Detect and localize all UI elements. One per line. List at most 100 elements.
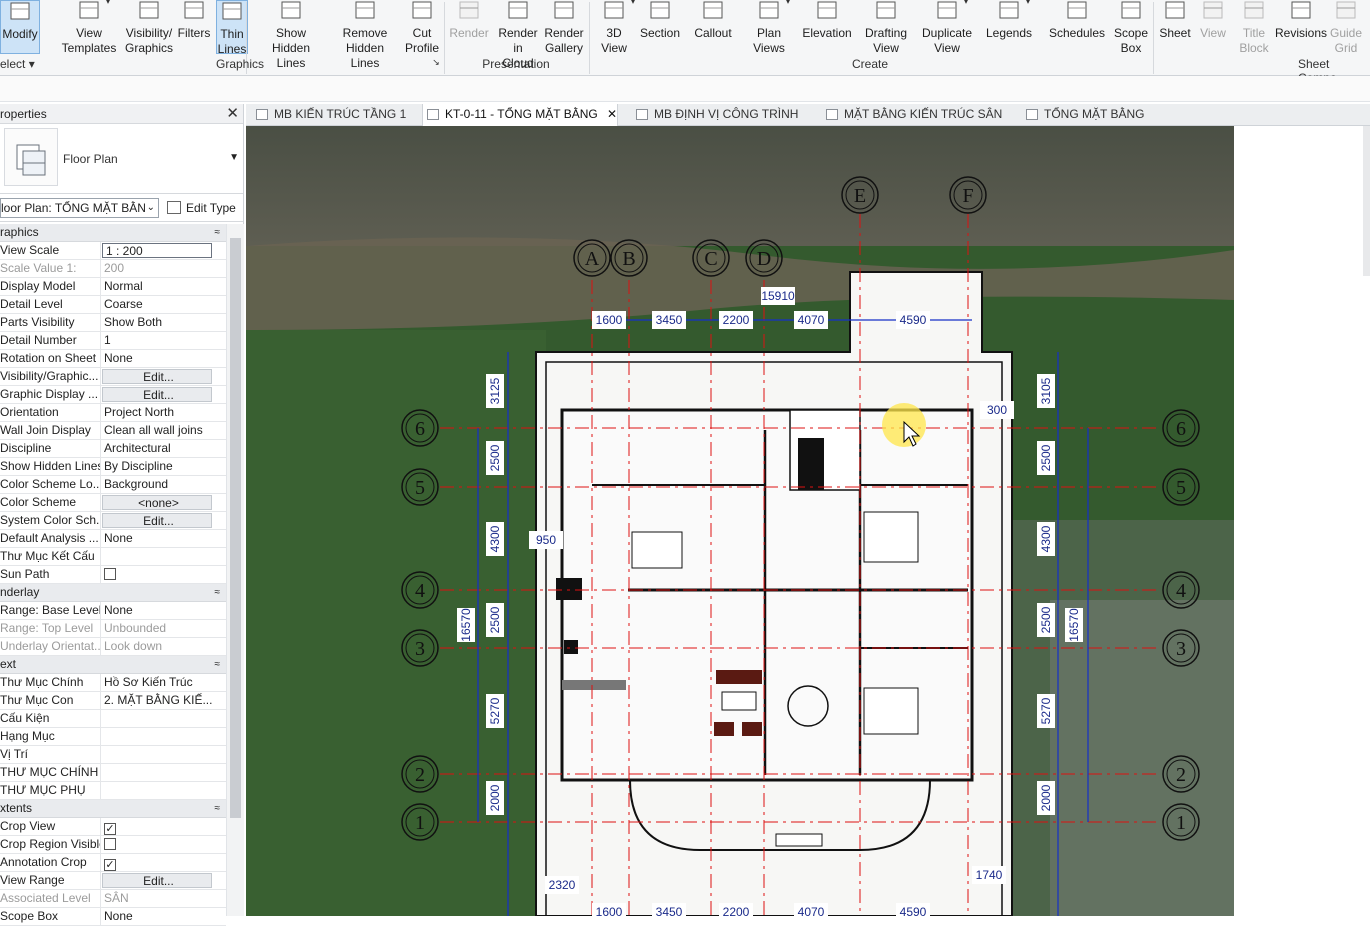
ribbon-button-thin-lines[interactable]: Thin Lines [216, 0, 248, 56]
view-tab[interactable]: MB ĐỊNH VỊ CÔNG TRÌNH [632, 104, 804, 126]
dialog-launcher-icon[interactable]: ↘ [432, 57, 440, 68]
chevron-down-icon[interactable]: ▼ [229, 152, 239, 163]
edit-button[interactable]: <none> [102, 495, 212, 510]
view-tab[interactable]: MẶT BẰNG KIẾN TRÚC SÂN [822, 104, 1002, 126]
property-value[interactable]: Hồ Sơ Kiến Trúc [101, 674, 226, 691]
view-tab[interactable]: MB KIẾN TRÚC TẦNG 1 [252, 104, 412, 126]
property-value[interactable] [101, 728, 226, 745]
view-tab[interactable]: KT-0-11 - TỔNG MẶT BẰNG ✕ [422, 104, 618, 127]
property-checkbox[interactable] [101, 566, 226, 583]
dimension-text[interactable]: 4300 [1039, 525, 1053, 552]
ribbon-button-schedules[interactable]: Schedules [1049, 0, 1105, 54]
ribbon-button-drafting-view[interactable]: Drafting View [864, 0, 908, 55]
properties-scrollbar[interactable] [226, 224, 244, 916]
property-value[interactable] [101, 782, 226, 799]
ribbon-button-plan-views[interactable]: PlanViews [750, 0, 790, 55]
group-select[interactable]: elect ▾ [0, 57, 44, 71]
property-checkbox[interactable]: ✓ [101, 854, 226, 871]
ribbon-button-sheet[interactable]: Sheet [1159, 0, 1191, 54]
dimension-text[interactable]: 2000 [488, 784, 502, 811]
ribbon-button-scope-box[interactable]: Scope Box [1114, 0, 1148, 55]
property-group-header[interactable]: nderlay ≈ [0, 584, 226, 602]
close-icon[interactable]: ✕ [226, 104, 239, 124]
dimension-text[interactable]: 3450 [656, 905, 683, 916]
dimension-text[interactable]: 3105 [1039, 377, 1053, 404]
edit-button[interactable]: Edit... [102, 513, 212, 528]
dimension-text[interactable]: 4070 [798, 313, 825, 327]
dimension-text[interactable]: 1600 [596, 905, 623, 916]
property-value[interactable] [101, 710, 226, 727]
edit-button[interactable]: Edit... [102, 873, 212, 888]
dimension-text[interactable]: 16570 [1067, 608, 1081, 642]
dimension-text[interactable]: 1600 [596, 313, 623, 327]
dimension-text[interactable]: 4070 [798, 905, 825, 916]
dimension-text[interactable]: 5270 [488, 697, 502, 724]
type-selector[interactable]: Floor Plan ▼ [0, 124, 243, 194]
property-value[interactable]: 2. MẶT BẰNG KIẾ... [101, 692, 226, 709]
scrollbar-thumb[interactable] [230, 238, 241, 818]
dimension-text[interactable]: 1740 [976, 868, 1003, 882]
property-value[interactable]: 1 [101, 332, 226, 349]
dimension-text[interactable]: 2500 [488, 606, 502, 633]
dimension-text[interactable]: 2000 [1039, 784, 1053, 811]
ribbon-button-show-hidden-lines[interactable]: Show Hidden Lines [258, 0, 324, 70]
dimension-text[interactable]: 4590 [900, 313, 927, 327]
dimension-text[interactable]: 2200 [723, 313, 750, 327]
property-value[interactable]: None [101, 602, 226, 619]
property-value[interactable]: Clean all wall joins [101, 422, 226, 439]
collapse-icon[interactable]: ≈ [215, 800, 221, 817]
checkbox[interactable]: ✓ [104, 823, 116, 835]
dimension-text[interactable]: 5270 [1039, 697, 1053, 724]
ribbon-button-render-in-cloud[interactable]: Render in Cloud [496, 0, 540, 70]
edit-type-button[interactable]: Edit Type [167, 198, 236, 218]
collapse-icon[interactable]: ≈ [215, 584, 221, 601]
property-value[interactable] [101, 764, 226, 781]
property-value[interactable]: Background [101, 476, 226, 493]
property-value[interactable]: Show Both [101, 314, 226, 331]
property-value[interactable]: Architectural [101, 440, 226, 457]
dimension-text[interactable]: 300 [987, 403, 1007, 417]
ribbon-button-render-gallery[interactable]: Render Gallery [542, 0, 586, 55]
property-value[interactable]: By Discipline [101, 458, 226, 475]
ribbon-button-visibility--graphics[interactable]: Visibility/Graphics [124, 0, 174, 55]
dimension-text[interactable]: 2500 [488, 444, 502, 471]
drawing-area[interactable]: AB C D E F 6 6 5 5 4 4 3 3 2 2 1 1 1600 3450 2200 4070 4590 1… [246, 126, 1234, 916]
collapse-icon[interactable]: ≈ [215, 224, 221, 241]
checkbox[interactable] [104, 838, 116, 850]
ribbon-button-modify[interactable]: Modify [0, 0, 40, 54]
ribbon-button-revisions[interactable]: Revisions [1275, 0, 1327, 54]
checkbox[interactable]: ✓ [104, 859, 116, 871]
vertical-scrollbar[interactable] [1363, 126, 1370, 276]
checkbox[interactable] [104, 568, 116, 580]
dimension-text[interactable]: 2200 [723, 905, 750, 916]
dimension-text[interactable]: 3125 [488, 377, 502, 404]
property-value[interactable]: 1 : 200 [102, 243, 212, 258]
dimension-text[interactable]: 2500 [1039, 444, 1053, 471]
dimension-text[interactable]: 950 [536, 533, 556, 547]
property-checkbox[interactable]: ✓ [101, 818, 226, 835]
dimension-text[interactable]: 2320 [549, 878, 576, 892]
dimension-text[interactable]: 3450 [656, 313, 683, 327]
ribbon-button-elevation[interactable]: Elevation [802, 0, 852, 54]
dimension-text[interactable]: 15910 [761, 289, 795, 303]
property-group-header[interactable]: xtents ≈ [0, 800, 226, 818]
ribbon-button-title-block[interactable]: Title Block [1239, 0, 1269, 55]
property-value[interactable] [101, 746, 226, 763]
ribbon-button-render[interactable]: Render [449, 0, 489, 54]
ribbon-button-section[interactable]: Section [638, 0, 682, 54]
edit-button[interactable]: Edit... [102, 387, 212, 402]
ribbon-button-cut-profile[interactable]: Cut Profile [404, 0, 440, 55]
ribbon-button-view[interactable]: View [1198, 0, 1228, 54]
dimension-text[interactable]: 16570 [459, 608, 473, 642]
property-checkbox[interactable] [101, 836, 226, 853]
dimension-text[interactable]: 2500 [1039, 606, 1053, 633]
property-value[interactable]: None [101, 530, 226, 547]
property-group-header[interactable]: ext ≈ [0, 656, 226, 674]
ribbon-button-duplicate-view[interactable]: DuplicateView [922, 0, 972, 55]
ribbon-button-guide-grid[interactable]: Guide Grid [1330, 0, 1362, 55]
ribbon-button-callout[interactable]: Callout [694, 0, 732, 54]
property-value[interactable]: Coarse [101, 296, 226, 313]
dimension-text[interactable]: 4300 [488, 525, 502, 552]
ribbon-button-view-templates[interactable]: ViewTemplates [62, 0, 117, 55]
property-value[interactable]: Project North [101, 404, 226, 421]
